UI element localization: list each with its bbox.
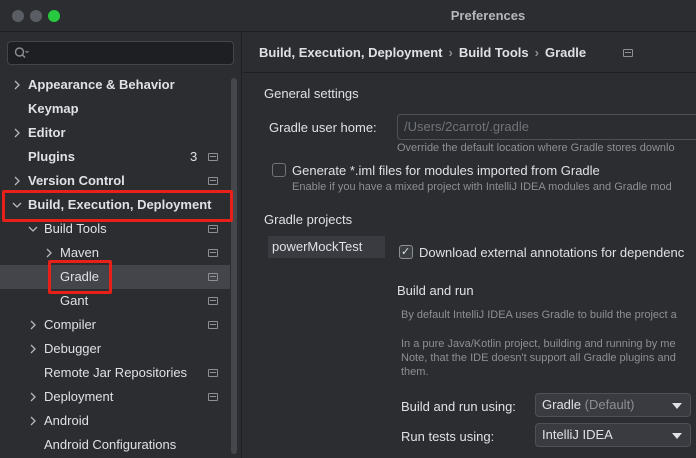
settings-scope-icon [623,49,633,57]
build-run-hint: them. [401,366,429,378]
generate-iml-label: Generate *.iml files for modules importe… [292,163,600,178]
sidebar-item-label: Gradle [60,269,100,284]
generate-iml-hint: Enable if you have a mixed project with … [292,181,672,193]
dropdown-caret-icon [672,433,682,439]
sidebar-item-label: Version Control [28,173,125,188]
build-run-using-value: Gradle [542,397,582,412]
build-run-using-suffix: (Default) [584,397,635,412]
gradle-home-label: Gradle user home: [269,120,377,135]
title-bar: Preferences [0,0,696,32]
breadcrumb-item[interactable]: Build, Execution, Deployment [259,45,442,60]
gradle-home-input[interactable]: /Users/2carrot/.gradle [397,114,696,140]
sidebar-item-label: Remote Jar Repositories [44,365,188,380]
settings-search-input[interactable] [7,41,234,65]
sidebar-item-build-tools[interactable]: Build Tools [0,217,230,241]
build-run-using-select[interactable]: Gradle (Default) [535,393,691,417]
gradle-home-hint: Override the default location where Grad… [397,142,675,154]
generate-iml-checkbox[interactable] [272,163,286,177]
sidebar-item-keymap[interactable]: Keymap [0,97,230,121]
sidebar-item-label: Plugins [28,149,75,164]
sidebar-item-label: Keymap [28,101,79,116]
run-tests-using-select[interactable]: IntelliJ IDEA [535,423,691,447]
settings-scope-icon [208,321,218,329]
settings-scope-icon [208,297,218,305]
breadcrumb-separator: › [448,45,453,60]
gradle-project-list-item[interactable]: powerMockTest [268,236,385,258]
settings-scope-icon [208,225,218,233]
breadcrumb-item: Gradle [544,45,587,60]
sidebar-item-plugins[interactable]: Plugins 3 [0,145,230,169]
sidebar-item-android-configurations[interactable]: Android Configurations [0,433,230,457]
download-annotations-label: Download external annotations for depend… [419,245,685,260]
sidebar-item-compiler[interactable]: Compiler [0,313,230,337]
settings-scope-icon [208,153,218,161]
sidebar-item-version-control[interactable]: Version Control [0,169,230,193]
sidebar-item-debugger[interactable]: Debugger [0,337,230,361]
settings-scope-icon [208,393,218,401]
chevron-right-icon [14,128,20,138]
build-and-run-heading: Build and run [397,283,474,298]
settings-scope-icon [208,369,218,377]
settings-scope-icon [208,177,218,185]
chevron-right-icon [30,416,36,426]
sidebar-item-remote-jar-repositories[interactable]: Remote Jar Repositories [0,361,230,385]
run-tests-using-value: IntelliJ IDEA [542,427,613,442]
build-run-hint: By default IntelliJ IDEA uses Gradle to … [401,309,677,321]
build-run-hint: Note, that the IDE doesn't support all G… [401,352,676,364]
sidebar-item-deployment[interactable]: Deployment [0,385,230,409]
plugins-count-badge: 3 [190,149,198,164]
sidebar-item-gant[interactable]: Gant [0,289,230,313]
sidebar-item-label: Editor [28,125,66,140]
search-icon [14,47,29,58]
settings-scope-icon [208,273,218,281]
download-annotations-checkbox[interactable]: ✓ [399,245,413,259]
breadcrumb-item[interactable]: Build Tools [459,45,529,60]
sidebar-item-label: Android [44,413,89,428]
settings-sidebar: Appearance & Behavior Keymap Editor Plug… [0,32,242,458]
sidebar-item-gradle[interactable]: Gradle [0,265,230,289]
sidebar-item-build-execution-deployment[interactable]: Build, Execution, Deployment [0,193,230,217]
build-run-hint: In a pure Java/Kotlin project, building … [401,338,676,350]
sidebar-item-appearance-behavior[interactable]: Appearance & Behavior [0,73,230,97]
general-settings-heading: General settings [264,86,359,101]
chevron-down-icon [28,226,38,232]
sidebar-item-label: Build Tools [44,221,107,236]
chevron-right-icon [30,320,36,330]
gradle-projects-heading: Gradle projects [264,212,353,227]
settings-scope-icon [208,249,218,257]
sidebar-item-label: Appearance & Behavior [28,77,175,92]
checkbox-check-icon: ✓ [401,246,411,258]
sidebar-item-label: Compiler [44,317,97,332]
breadcrumb-separator: › [534,45,539,60]
run-tests-using-label: Run tests using: [401,429,495,444]
sidebar-item-label: Build, Execution, Deployment [28,197,212,212]
window-title: Preferences [450,8,526,23]
chevron-right-icon [30,344,36,354]
sidebar-item-label: Debugger [44,341,102,356]
sidebar-scrollbar[interactable] [231,78,237,454]
sidebar-item-label: Maven [60,245,100,260]
breadcrumb: Build, Execution, Deployment › Build Tools… [259,45,586,60]
sidebar-item-editor[interactable]: Editor [0,121,230,145]
sidebar-item-android[interactable]: Android [0,409,230,433]
settings-content: Build, Execution, Deployment › Build Tools… [243,32,696,458]
chevron-right-icon [46,248,52,258]
dropdown-caret-icon [672,403,682,409]
chevron-down-icon [12,202,22,208]
sidebar-item-maven[interactable]: Maven [0,241,230,265]
sidebar-item-label: Deployment [44,389,114,404]
chevron-right-icon [14,176,20,186]
chevron-right-icon [30,392,36,402]
divider [243,72,696,73]
sidebar-item-label: Gant [60,293,89,308]
sidebar-item-label: Android Configurations [44,437,177,452]
chevron-right-icon [14,80,20,90]
build-run-using-label: Build and run using: [401,399,516,414]
